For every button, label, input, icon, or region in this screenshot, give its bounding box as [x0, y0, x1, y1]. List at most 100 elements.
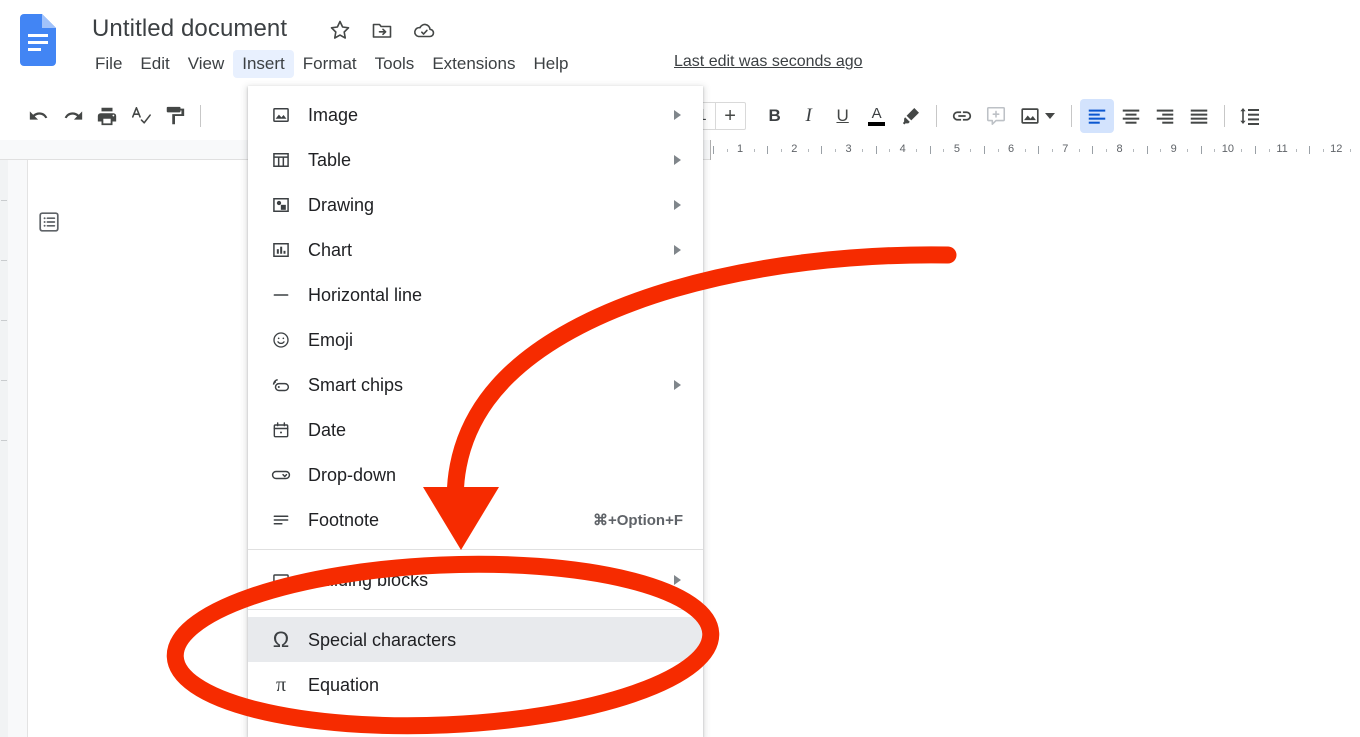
ruler-tick — [821, 146, 823, 154]
menu-item-edit[interactable]: Edit — [131, 50, 178, 78]
align-right-icon[interactable] — [1148, 99, 1182, 133]
chart-icon — [268, 237, 294, 263]
menu-option-equation[interactable]: π Equation — [248, 662, 703, 707]
document-title[interactable]: Untitled document — [92, 14, 287, 44]
ruler-subtick — [1078, 149, 1080, 152]
move-to-folder-icon[interactable] — [370, 18, 394, 42]
footnote-icon — [268, 507, 294, 533]
undo-icon[interactable] — [22, 99, 56, 133]
spellcheck-icon[interactable] — [124, 99, 158, 133]
menu-option-label: Image — [308, 104, 359, 125]
submenu-arrow-icon — [674, 379, 681, 390]
ruler-subtick — [1105, 149, 1107, 152]
ruler-tick — [713, 146, 714, 154]
align-left-icon[interactable] — [1079, 99, 1114, 133]
ruler-tick — [1309, 146, 1311, 154]
menu-option-drawing[interactable]: Drawing — [248, 182, 703, 227]
last-edit-status[interactable]: Last edit was seconds ago — [674, 53, 863, 71]
ruler-number: 4 — [899, 143, 906, 155]
google-docs-logo[interactable] — [20, 14, 56, 66]
omega-icon: Ω — [272, 626, 290, 652]
ruler-subtick — [1241, 149, 1243, 152]
menu-option-label: Emoji — [308, 329, 354, 350]
menu-option-label: Equation — [308, 674, 380, 695]
menu-item-file[interactable]: File — [86, 50, 131, 78]
highlight-icon[interactable] — [894, 99, 928, 133]
menu-option-chart[interactable]: Chart — [248, 227, 703, 272]
submenu-arrow-icon — [674, 199, 681, 210]
menu-option-horizontal-line[interactable]: Horizontal line — [248, 272, 703, 317]
building-blocks-icon — [268, 567, 294, 593]
menu-item-view[interactable]: View — [179, 50, 234, 78]
smart-chips-icon — [268, 372, 294, 398]
ruler-number: 2 — [791, 143, 798, 155]
menu-option-label: Drawing — [308, 194, 375, 215]
menu-option-emoji[interactable]: Emoji — [248, 317, 703, 362]
insert-image-icon[interactable] — [1013, 99, 1047, 133]
star-icon[interactable] — [328, 18, 352, 42]
menu-option-label: Special characters — [308, 629, 457, 650]
align-center-icon[interactable] — [1114, 99, 1148, 133]
menu-item-insert[interactable]: Insert — [233, 50, 294, 78]
insert-dropdown-menu[interactable]: Image Table Drawing Chart Horizontal lin… — [248, 86, 703, 737]
text-color-icon[interactable]: A — [860, 99, 894, 133]
menu-option-special-characters[interactable]: Ω Special characters — [248, 617, 703, 662]
ruler-subtick — [726, 149, 728, 152]
ruler-tick — [929, 146, 931, 154]
cloud-saved-icon[interactable] — [412, 18, 436, 42]
ruler-tick — [875, 146, 877, 154]
ruler-subtick — [1349, 149, 1351, 152]
print-icon[interactable] — [90, 99, 124, 133]
menu-option-label: Horizontal line — [308, 284, 423, 305]
menu-option-image[interactable]: Image — [248, 92, 703, 137]
ruler-subtick — [997, 149, 999, 152]
ruler-subtick — [889, 149, 891, 152]
menu-option-table[interactable]: Table — [248, 137, 703, 182]
submenu-arrow-icon — [674, 244, 681, 255]
redo-icon[interactable] — [56, 99, 90, 133]
ruler-subtick — [1133, 149, 1135, 152]
menu-item-tools[interactable]: Tools — [366, 50, 424, 78]
align-justify-icon[interactable] — [1182, 99, 1216, 133]
menu-option-building-blocks[interactable]: Building blocks — [248, 557, 703, 602]
menu-item-extensions[interactable]: Extensions — [423, 50, 524, 78]
menu-item-help[interactable]: Help — [524, 50, 577, 78]
menu-option-label: Drop-down — [308, 464, 397, 485]
ruler-number: 9 — [1170, 143, 1177, 155]
insert-link-icon[interactable] — [945, 99, 979, 133]
menu-separator — [248, 609, 703, 610]
equation-icon: π — [275, 673, 287, 696]
italic-label: I — [805, 105, 812, 126]
font-size-increase-button[interactable]: + — [714, 103, 745, 129]
ruler-number: 7 — [1062, 143, 1069, 155]
menu-option-drop-down[interactable]: Drop-down — [248, 452, 703, 497]
add-comment-icon[interactable] — [979, 99, 1013, 133]
submenu-arrow-icon — [674, 154, 681, 165]
ruler-number: 6 — [1008, 143, 1015, 155]
document-outline-icon[interactable] — [36, 209, 62, 235]
underline-icon[interactable]: U — [826, 99, 860, 133]
bold-icon[interactable]: B — [758, 99, 792, 133]
ruler-number: 1 — [737, 143, 744, 155]
ruler-subtick — [753, 149, 755, 152]
table-icon — [268, 147, 294, 173]
date-icon — [268, 417, 294, 443]
ruler-track[interactable]: 1 2 3 4 5 6 7 8 9 10 11 12 — [710, 140, 1360, 160]
menu-option-smart-chips[interactable]: Smart chips — [248, 362, 703, 407]
menu-option-label: Smart chips — [308, 374, 404, 395]
paint-format-icon[interactable] — [158, 99, 192, 133]
menu-option-label: Table — [308, 149, 352, 170]
text-color-swatch — [868, 122, 886, 126]
menu-bar: File Edit View Insert Format Tools Exten… — [86, 50, 577, 78]
toolbar-divider-4 — [1223, 105, 1225, 127]
line-spacing-icon[interactable] — [1233, 99, 1267, 133]
menu-item-format[interactable]: Format — [294, 50, 366, 78]
ruler-subtick — [1024, 149, 1026, 152]
italic-icon[interactable]: I — [792, 99, 826, 133]
menu-option-date[interactable]: Date — [248, 407, 703, 452]
menu-option-shortcut: ⌘+Option+F — [593, 511, 683, 529]
image-options-chevron-down-icon[interactable] — [1044, 113, 1055, 119]
ruler-number: 12 — [1330, 143, 1343, 155]
toolbar-divider-3 — [1070, 105, 1072, 127]
menu-option-footnote[interactable]: Footnote ⌘+Option+F — [248, 497, 703, 542]
